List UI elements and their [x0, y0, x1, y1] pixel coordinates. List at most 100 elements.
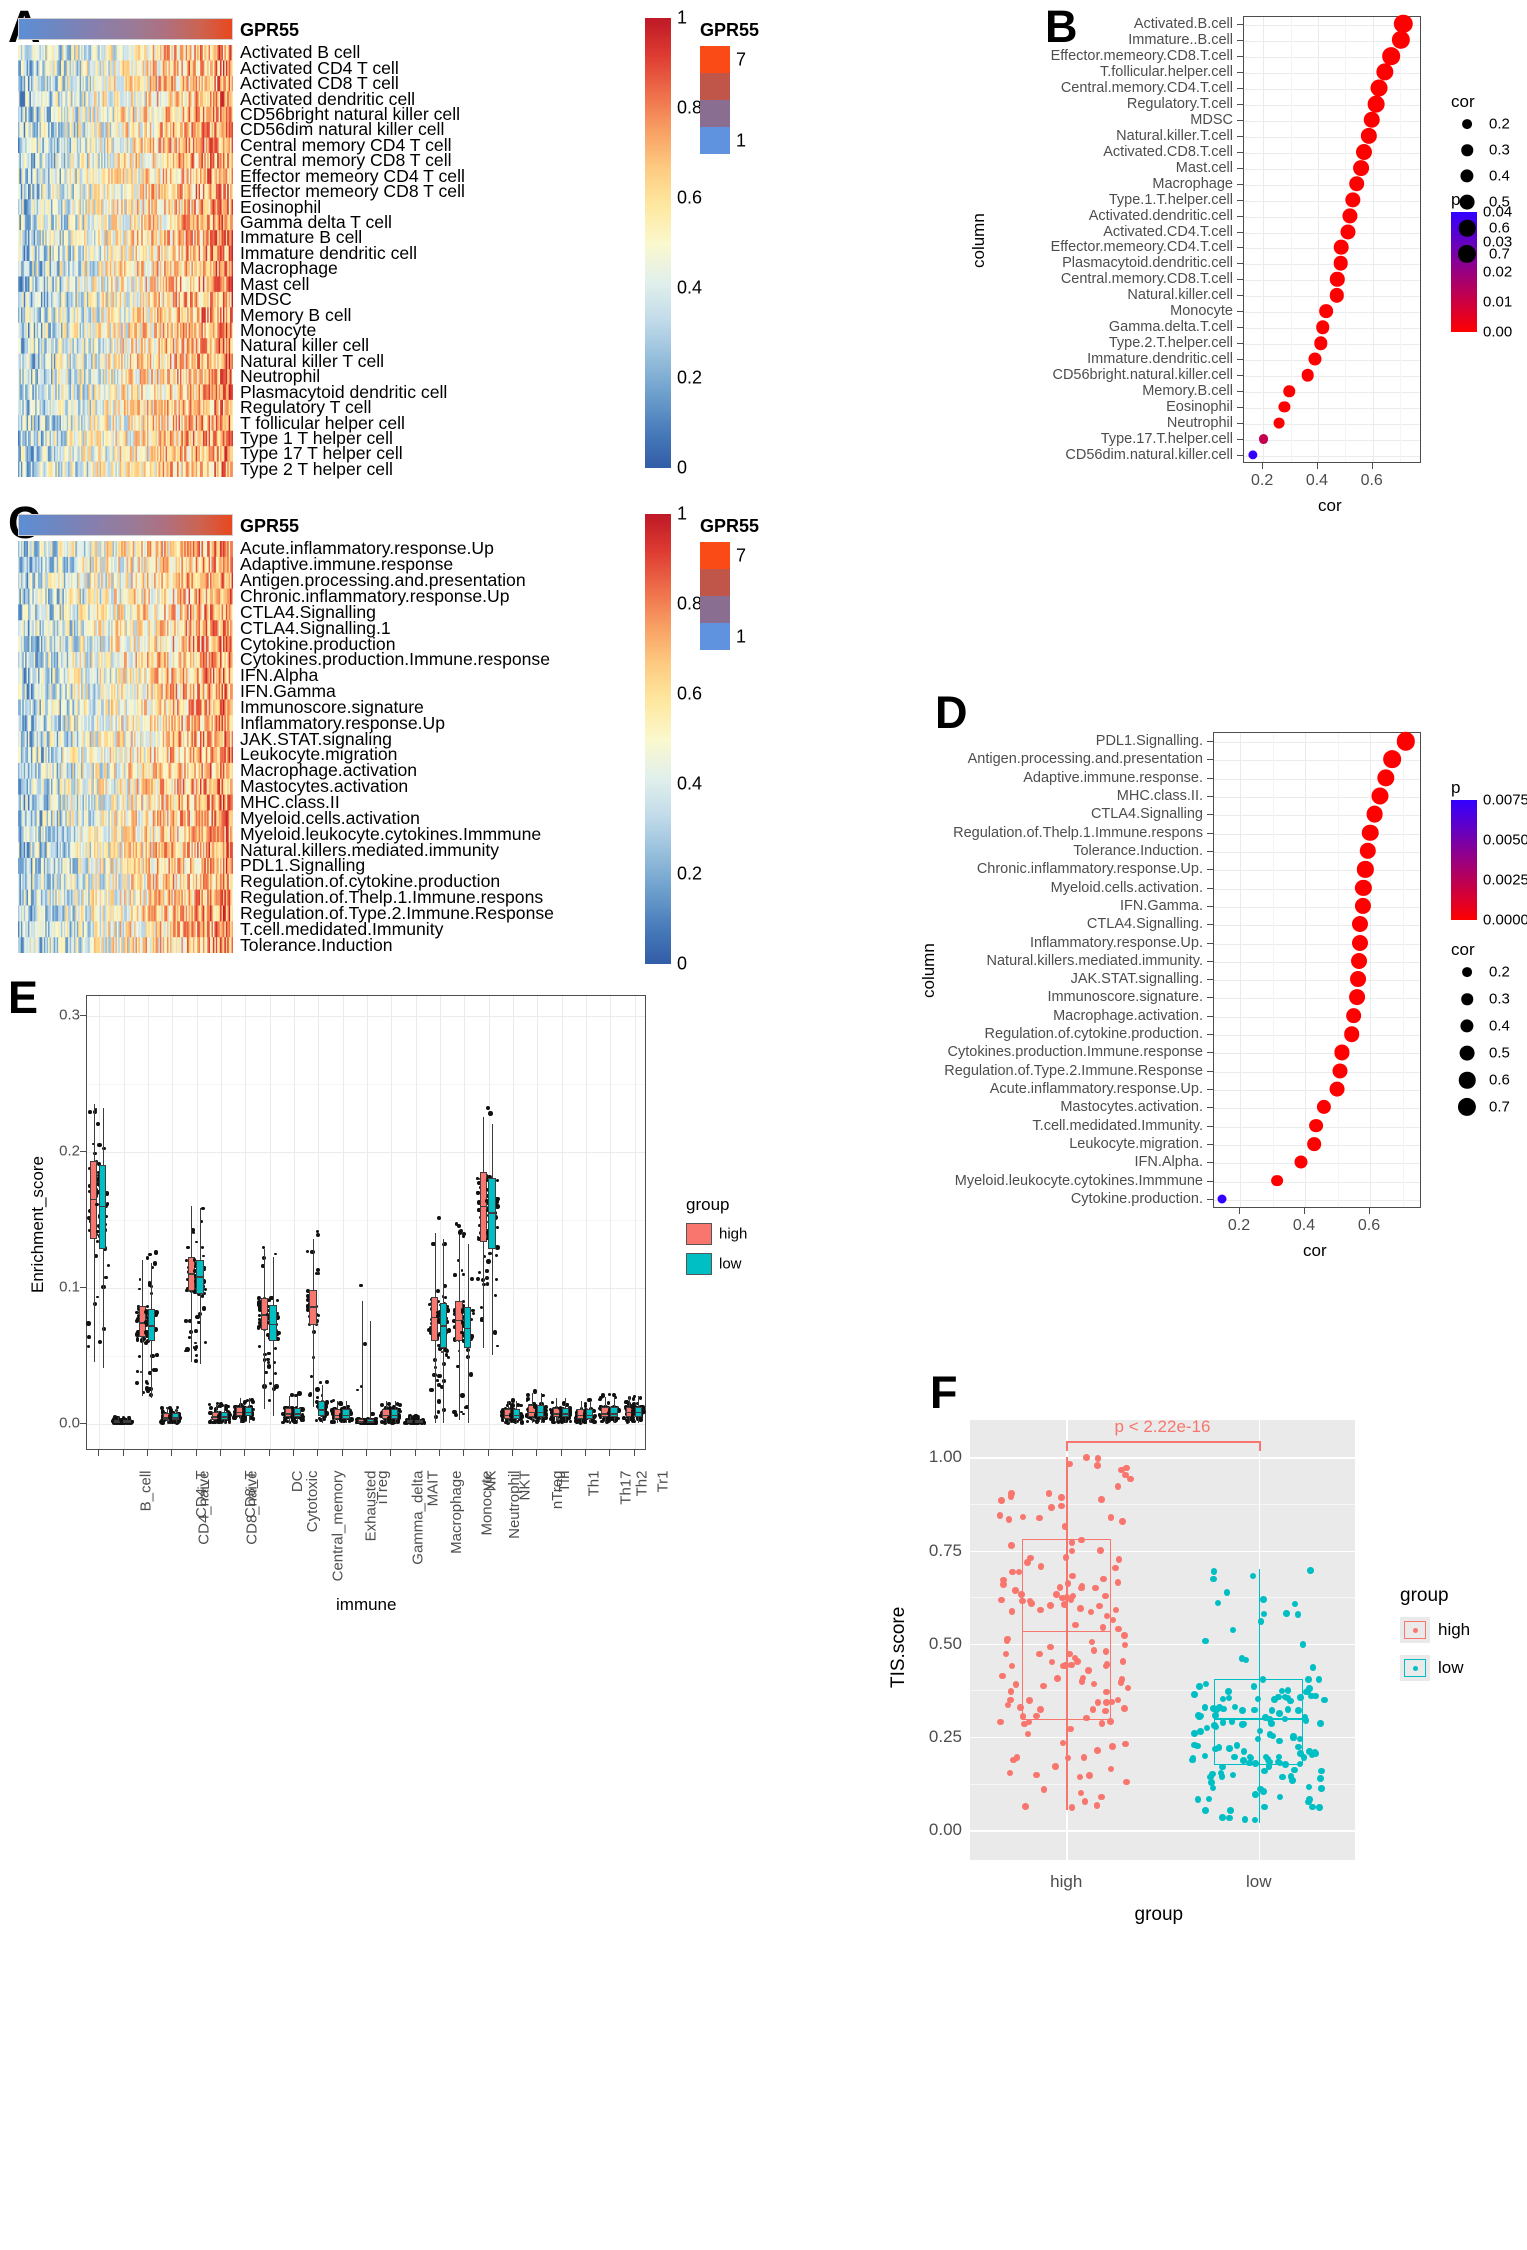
x-axis-title: cor: [1318, 496, 1342, 515]
legend-size-label: 0.7: [1489, 1098, 1510, 1116]
x-axis-tick-label: 0.4: [1292, 1217, 1316, 1234]
gridline-horizontal: [1244, 456, 1420, 458]
x-axis-tick-label: 0.4: [1305, 472, 1329, 489]
data-point: [1196, 1713, 1203, 1721]
dotplot-y-label: Myeloid.cells.activation.: [1050, 879, 1203, 896]
legend-size-dot: [1461, 993, 1473, 1005]
legend-gradient-tick: 0.0025: [1483, 871, 1527, 889]
dotplot-point: [1307, 1137, 1321, 1151]
box-median: [439, 1325, 448, 1327]
y-axis-tick: [1207, 796, 1213, 798]
x-axis-tick: [1369, 1208, 1370, 1214]
dotplot-y-label: Immature.dendritic.cell: [1087, 351, 1233, 368]
dotplot-point: [1352, 916, 1369, 933]
dotplot-y-label: Activated.dendritic.cell: [1088, 207, 1233, 224]
panel-a-colorbar-ticks: 1 0.8 0.6 0.4 0.2 0: [645, 8, 705, 478]
x-axis-tick: [414, 1450, 416, 1456]
data-point: [532, 1389, 538, 1394]
data-point: [1040, 1786, 1048, 1793]
gridline-vertical: [1263, 17, 1265, 462]
data-point: [1197, 1728, 1204, 1735]
y-axis-tick: [80, 1015, 86, 1017]
y-axis-tick: [1207, 942, 1213, 944]
data-point: [488, 1111, 493, 1116]
data-point: [356, 1388, 359, 1392]
significance-bracket-tick: [1066, 1440, 1069, 1451]
y-axis-tick: [1207, 851, 1213, 852]
data-point: [998, 1497, 1005, 1504]
data-point: [1318, 1767, 1325, 1775]
gridline-horizontal: [1214, 742, 1420, 744]
box-median: [488, 1212, 496, 1214]
dotplot-point: [1366, 805, 1383, 823]
legend-title-group: group: [686, 1195, 730, 1214]
y-axis-tick: [1237, 439, 1243, 441]
y-axis-tick: [1207, 1162, 1213, 1164]
data-point: [525, 1393, 530, 1398]
dotplot-point: [1382, 47, 1401, 65]
colorbar-tick: 0.6: [677, 187, 703, 208]
gridline-vertical: [1317, 17, 1319, 462]
data-point: [1122, 1471, 1129, 1479]
data-point: [1294, 1611, 1302, 1618]
data-point: [494, 1277, 498, 1281]
legend-tick: 1: [736, 130, 747, 150]
legend-size-dot: [1458, 1071, 1476, 1089]
legend-gradient-tick: 0.0075: [1483, 791, 1527, 809]
dotplot-point: [1330, 1081, 1345, 1097]
gridline-horizontal: [1214, 1181, 1420, 1183]
legend-size-dot: [1460, 1019, 1474, 1033]
legend-size-label: 0.6: [1489, 219, 1510, 237]
dotplot-y-label: MDSC: [1190, 111, 1233, 128]
gridline-vertical: [293, 996, 295, 1449]
x-axis-tick-label: MAIT: [424, 1470, 442, 1507]
data-point: [541, 1393, 545, 1398]
x-axis-tick: [585, 1450, 587, 1456]
legend-label-low: low: [719, 1255, 742, 1273]
data-point: [1218, 1773, 1226, 1780]
data-point: [1094, 1455, 1102, 1462]
x-axis-tick-label: low: [1245, 1872, 1272, 1891]
y-axis-tick-label: 1.00: [928, 1447, 962, 1467]
x-axis-tick: [633, 1450, 635, 1456]
legend-key-low[interactable]: [1400, 1655, 1430, 1681]
data-point: [1219, 1814, 1226, 1821]
data-point: [1260, 1596, 1267, 1603]
x-axis-title: immune: [336, 1595, 397, 1614]
gridline-horizontal: [1244, 72, 1420, 74]
data-point: [623, 1400, 627, 1404]
gridline-horizontal: [1214, 906, 1420, 908]
data-point: [1309, 1803, 1316, 1811]
colorbar-tick: 0.8: [677, 593, 703, 614]
panel-f-boxplot: p < 2.22e-16 0.00 0.25 0.50 0.75 1.00 high low g…: [860, 1390, 1527, 2090]
gridline-vertical: [220, 996, 222, 1449]
data-point: [1107, 1514, 1115, 1521]
data-point: [1013, 1754, 1021, 1761]
legend-key-high[interactable]: [686, 1223, 712, 1245]
data-point: [273, 1346, 277, 1350]
gridline-horizontal: [1214, 1035, 1420, 1037]
panel-d-dotplot: PDL1.Signalling. Antigen.processing.and.p…: [760, 690, 1527, 1270]
dotplot-y-label: Cytokines.production.Immune.response: [947, 1044, 1204, 1061]
panel-c-heatmap-canvas: [18, 541, 233, 953]
dotplot-point: [1217, 1194, 1227, 1204]
x-axis-title: cor: [1303, 1241, 1327, 1260]
colorbar-tick: 1: [677, 503, 688, 524]
gridline-vertical: [1240, 733, 1241, 1207]
gridline-horizontal: [1214, 833, 1420, 835]
legend-key-low[interactable]: [686, 1253, 712, 1275]
data-point: [1119, 1518, 1126, 1525]
y-axis-tick: [1207, 1198, 1213, 1200]
dotplot-point: [1273, 417, 1285, 429]
y-axis-tick: [1237, 359, 1243, 361]
data-point: [996, 1512, 1004, 1519]
legend-key-high[interactable]: [1400, 1617, 1430, 1643]
dotplot-point: [1345, 1007, 1362, 1024]
legend-size-dot: [1458, 219, 1476, 237]
dotplot-y-label: Natural.killer.T.cell: [1116, 127, 1233, 144]
data-point: [153, 1250, 159, 1255]
gridline-vertical: [610, 996, 612, 1449]
data-point: [1008, 1542, 1015, 1549]
data-point: [138, 1287, 141, 1291]
dotplot-y-label: Memory.B.cell: [1142, 383, 1233, 400]
